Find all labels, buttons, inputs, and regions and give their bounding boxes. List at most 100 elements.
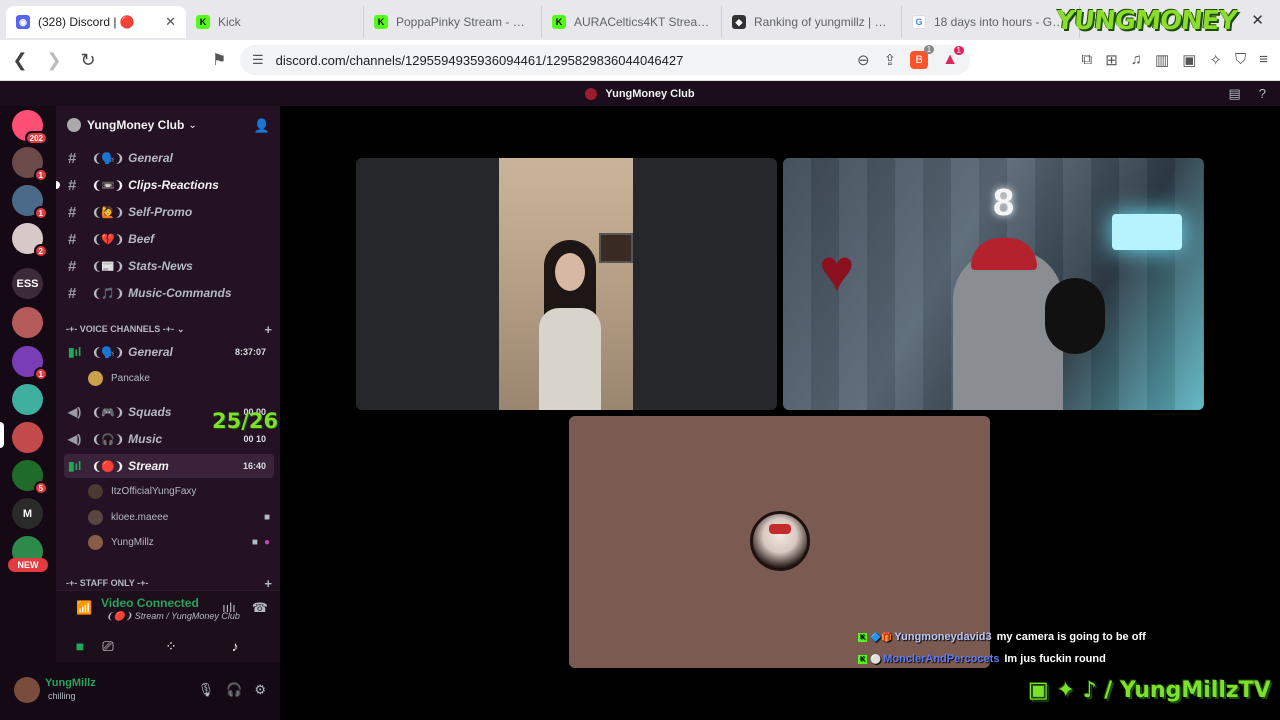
invite-people-icon[interactable]: 👤: [254, 118, 270, 134]
channel-timer: 00 10: [243, 434, 266, 444]
vpn-icon[interactable]: ⛉: [1235, 51, 1246, 69]
tab-label: (328) Discord | 🔴: [38, 15, 135, 29]
voice-channels-header[interactable]: -+- VOICE CHANNELS -+- ⌄ +: [66, 322, 276, 337]
yungmoney-watermark: YUNGMONEY: [1054, 6, 1238, 36]
noise-suppression-icon[interactable]: ıılı: [222, 600, 236, 616]
voice-member[interactable]: ItzOfficialYungFaxy: [88, 481, 274, 501]
connection-signal-icon[interactable]: 📶: [76, 600, 92, 616]
channel-emoji: ❨🎧❩: [92, 433, 125, 446]
kick-icon: K: [552, 15, 566, 29]
create-channel-icon[interactable]: +: [264, 322, 276, 337]
gear-icon[interactable]: ⚙: [254, 682, 266, 698]
voice-channel-general[interactable]: ▮ıl ❨🗣️❩ General 8:37:07: [64, 340, 274, 364]
voice-member[interactable]: Pancake: [88, 368, 274, 388]
wallet-icon[interactable]: ▣: [1182, 51, 1196, 69]
close-tab-icon[interactable]: ✕: [157, 14, 176, 30]
window-close-icon[interactable]: ✕: [1251, 11, 1264, 29]
text-channel[interactable]: # ❨🎵❩ Music-Commands: [64, 281, 274, 305]
text-channel[interactable]: # ❨💔❩ Beef: [64, 227, 274, 251]
tab-ranking[interactable]: ◆ Ranking of yungmillz | Bot: [722, 6, 902, 38]
mention-badge: 1: [33, 367, 48, 381]
category-label: -+- VOICE CHANNELS -+-: [66, 324, 175, 334]
voice-location[interactable]: ❨🔴❩ Stream / YungMoney Club: [106, 611, 240, 622]
server-icon[interactable]: M: [12, 498, 43, 529]
sidebar-icon[interactable]: ▥: [1155, 51, 1169, 69]
zoom-icon[interactable]: ⊖: [857, 51, 870, 69]
chat-message: K 🔷🎁 Yungmoneydavid3 my camera is going …: [858, 626, 1188, 648]
server-icon[interactable]: NEW: [8, 558, 48, 572]
back-icon[interactable]: ❮: [6, 50, 34, 71]
voice-member[interactable]: kloee.maeee ■: [88, 507, 274, 527]
participant-face: [555, 253, 585, 291]
brave-shield-icon[interactable]: B1: [910, 45, 935, 69]
server-icon[interactable]: 1: [12, 346, 48, 381]
menu-icon[interactable]: ≡: [1259, 51, 1268, 69]
text-channel[interactable]: # ❨🗣️❩ General: [64, 146, 274, 170]
music-icon[interactable]: ♫: [1131, 51, 1142, 69]
server-name: YungMoney Club: [87, 118, 185, 132]
channel-name: Music-Commands: [128, 286, 232, 300]
channel-timer: 8:37:07: [234, 347, 266, 357]
avatar[interactable]: [14, 677, 40, 703]
tab-poppapinky[interactable]: K PoppaPinky Stream - Watc: [364, 6, 542, 38]
tab-google[interactable]: G 18 days into hours - Goog: [902, 6, 1080, 38]
text-channel[interactable]: # ❨🙋❩ Self-Promo: [64, 200, 274, 224]
server-icon[interactable]: [12, 384, 43, 415]
staff-category-header[interactable]: -+- STAFF ONLY -+- +: [66, 578, 276, 588]
screen-share-button[interactable]: ⎚: [83, 635, 133, 657]
tab-auraceltics[interactable]: K AURACeltics4KT Stream - V: [542, 6, 722, 38]
video-feed: [499, 158, 633, 410]
reload-icon[interactable]: ↻: [74, 50, 102, 71]
microphone-icon[interactable]: 🎙: [198, 682, 215, 698]
server-icon[interactable]: 5: [12, 460, 48, 495]
user-status: chilling: [48, 691, 76, 701]
headphones-icon[interactable]: 🎧: [226, 682, 242, 698]
voice-member[interactable]: YungMillz ■ ●: [88, 532, 274, 552]
tab-kick[interactable]: K Kick: [186, 6, 364, 38]
rewards-icon[interactable]: ▲ 1: [942, 46, 964, 69]
server-icon[interactable]: 1: [12, 147, 48, 182]
mention-badge: 202: [24, 131, 48, 145]
video-camera-icon: ■: [263, 511, 270, 523]
user-name[interactable]: YungMillz: [45, 677, 96, 689]
tab-search-icon[interactable]: ⊞: [1105, 51, 1118, 69]
kick-icon: K: [858, 654, 867, 664]
disconnect-icon[interactable]: ☎: [252, 600, 268, 616]
forward-icon[interactable]: ❯: [40, 50, 68, 71]
mention-badge: 1: [33, 168, 48, 182]
extensions-icon[interactable]: ⧉: [1081, 51, 1092, 69]
server-icon[interactable]: 2: [12, 223, 48, 258]
leo-icon[interactable]: ✧: [1209, 51, 1222, 69]
activities-button[interactable]: ⁘: [146, 635, 196, 657]
video-tile-kloee[interactable]: [356, 158, 777, 410]
text-channel[interactable]: # ❨📰❩ Stats-News: [64, 254, 274, 278]
voice-channel-stream[interactable]: ▮ıl ❨🔴❩ Stream 16:40: [64, 454, 274, 478]
server-icon[interactable]: 1: [12, 185, 48, 220]
help-icon[interactable]: ?: [1259, 86, 1266, 102]
server-icon[interactable]: [12, 307, 43, 338]
text-channel[interactable]: # ❨📼❩ Clips-Reactions: [64, 173, 274, 197]
server-icon[interactable]: ESS: [12, 268, 43, 299]
bookmark-icon[interactable]: ⚑: [212, 50, 226, 70]
soundboard-button[interactable]: ♪: [210, 635, 260, 657]
discord-title-bar: YungMoney Club ▤ ?: [0, 81, 1280, 106]
discord-icon: ◉: [16, 15, 30, 29]
chevron-down-icon: ⌄: [188, 119, 197, 131]
address-bar: ❮ ❯ ↻ ⚑ ☰ discord.com/channels/129559493…: [0, 40, 1280, 81]
channel-name: Clips-Reactions: [128, 178, 219, 192]
channel-emoji: ❨🔴❩: [92, 460, 125, 473]
channel-name: General: [128, 151, 173, 165]
inbox-icon[interactable]: ▤: [1228, 86, 1240, 102]
share-icon[interactable]: ⇪: [884, 51, 897, 69]
tab-discord[interactable]: ◉ (328) Discord | 🔴 ✕: [6, 6, 186, 38]
site-settings-icon[interactable]: ☰: [252, 52, 264, 68]
window-light: [1112, 214, 1182, 250]
server-header[interactable]: YungMoney Club ⌄ 👤: [56, 106, 280, 144]
video-tile-yungmillz[interactable]: ♥ 8: [783, 158, 1204, 410]
server-icon[interactable]: 202: [12, 110, 48, 145]
create-channel-icon[interactable]: +: [264, 578, 276, 588]
stream-overlay-counter: 25/26: [212, 409, 279, 433]
server-icon[interactable]: [12, 422, 43, 453]
channel-name: General: [128, 345, 173, 359]
url-field[interactable]: ☰ discord.com/channels/12955949359360944…: [240, 45, 970, 75]
